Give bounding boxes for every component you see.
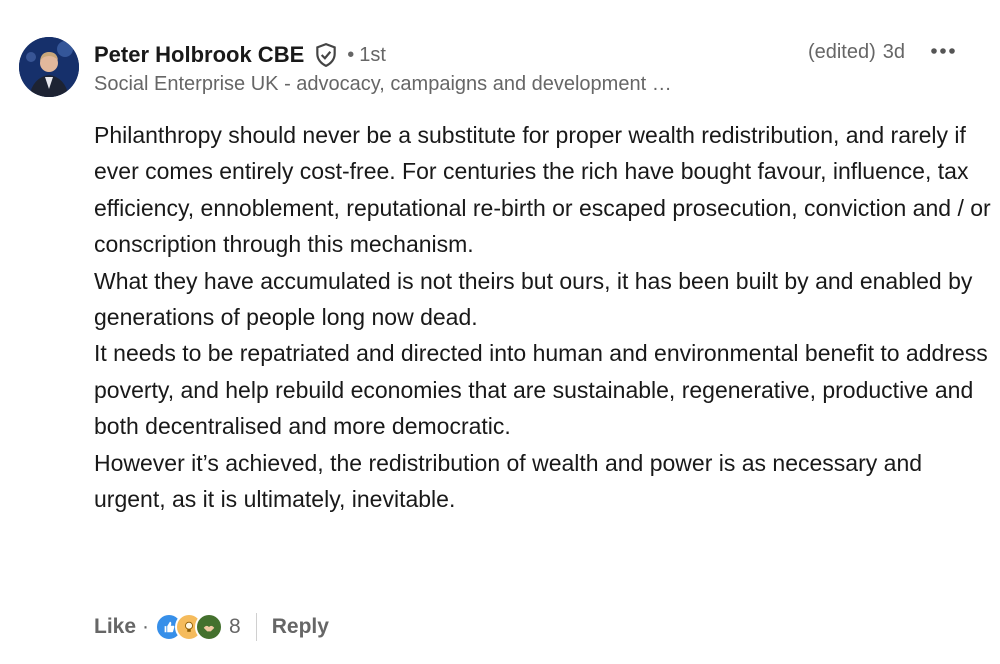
like-button[interactable]: Like [94, 615, 136, 639]
shield-check-icon [313, 42, 339, 68]
support-reaction-icon [195, 613, 224, 641]
connection-degree: 1st [359, 43, 386, 66]
comment-paragraph: However it’s achieved, the redistributio… [94, 449, 923, 513]
comment-paragraph: Philanthropy should never be a substitut… [94, 122, 991, 258]
reply-button[interactable]: Reply [272, 615, 329, 639]
comment-actions: Like · 8 Reply [94, 607, 329, 647]
degree-separator: • [347, 43, 355, 66]
avatar-photo [19, 37, 79, 97]
more-options-button[interactable] [928, 36, 958, 66]
reactions-summary[interactable] [155, 613, 224, 641]
author-avatar[interactable] [19, 37, 79, 97]
timestamp[interactable]: 3d [883, 41, 905, 64]
author-line: Peter Holbrook CBE • 1st [94, 38, 386, 72]
reaction-count[interactable]: 8 [229, 615, 241, 639]
comment-paragraph: What they have accumulated is not theirs… [94, 267, 973, 331]
comment-paragraph: It needs to be repatriated and directed … [94, 340, 988, 440]
action-separator: · [142, 615, 150, 638]
comment-text: Philanthropy should never be a substitut… [94, 117, 994, 517]
more-horizontal-icon [931, 48, 955, 54]
edited-label: (edited) [807, 40, 876, 63]
author-name[interactable]: Peter Holbrook CBE [94, 42, 304, 68]
author-headline: Social Enterprise UK - advocacy, campaig… [94, 73, 672, 95]
action-divider [255, 613, 257, 641]
comment-meta: (edited) 3d [808, 38, 905, 66]
